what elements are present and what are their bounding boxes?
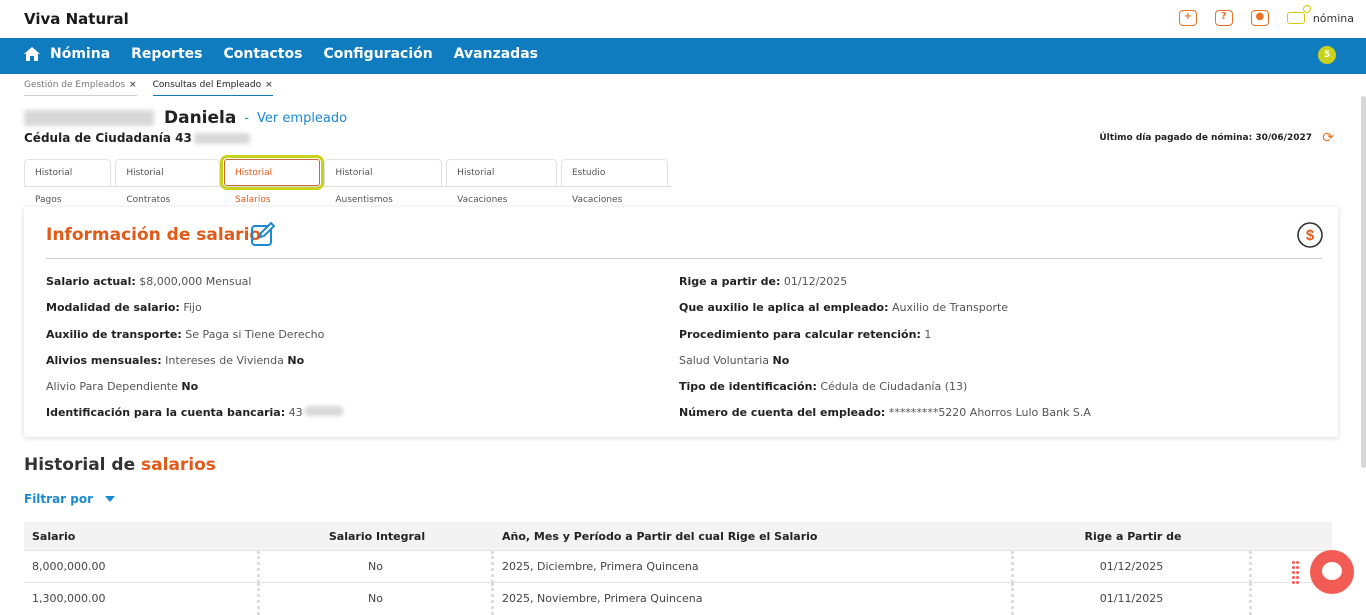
nav-nomina[interactable]: Nómina xyxy=(50,46,110,62)
cell-rige-a-partir: 01/12/2025 xyxy=(1014,550,1252,583)
last-paid-date: Último día pagado de nómina: 30/06/2027 xyxy=(1099,133,1312,143)
field-salario-actual: Salario actual: $8,000,000 Mensual xyxy=(46,275,252,288)
ver-empleado-link[interactable]: Ver empleado xyxy=(257,111,347,126)
col-salario[interactable]: Salario xyxy=(24,530,260,543)
field-rige-a-partir: Rige a partir de: 01/12/2025 xyxy=(679,275,848,288)
field-modalidad: Modalidad de salario: Fijo xyxy=(46,301,202,314)
crumb-consultas-empleado[interactable]: Consultas del Empleado × xyxy=(152,80,273,96)
scrollbar[interactable] xyxy=(1361,96,1366,468)
dollar-icon: $ xyxy=(1297,222,1323,248)
cell-rige-a-partir: 01/11/2025 xyxy=(1014,582,1252,615)
tab-historial-contratos[interactable]: Historial Contratos xyxy=(115,159,220,205)
caret-down-icon xyxy=(105,496,116,502)
nomina-logo: nómina xyxy=(1286,5,1354,25)
notification-badge[interactable]: 5 xyxy=(1318,46,1336,64)
field-salud-voluntaria: Salud Voluntaria No xyxy=(679,354,790,367)
history-title: Historial de salarios xyxy=(24,455,216,475)
tab-historial-vacaciones[interactable]: Historial Vacaciones xyxy=(446,159,557,205)
filter-dropdown[interactable]: Filtrar por xyxy=(24,492,116,506)
crumb-gestion-empleados[interactable]: Gestión de Empleados × xyxy=(24,80,137,96)
nav-avanzadas[interactable]: Avanzadas xyxy=(454,46,538,62)
name-separator: - xyxy=(244,110,250,126)
cell-periodo: 2025, Noviembre, Primera Quincena xyxy=(494,582,1014,615)
tab-historial-pagos[interactable]: Historial Pagos xyxy=(24,159,112,205)
col-salario-integral[interactable]: Salario Integral xyxy=(260,530,494,543)
breadcrumb-tabs: Gestión de Empleados × Consultas del Empl… xyxy=(24,80,289,96)
field-procedimiento-retencion: Procedimiento para calcular retención: 1 xyxy=(679,328,932,341)
history-tabs: Historial Pagos Historial Contratos Hist… xyxy=(24,155,672,205)
col-rige-a-partir[interactable]: Rige a Partir de xyxy=(1014,530,1252,543)
cell-periodo: 2025, Diciembre, Primera Quincena xyxy=(494,550,1014,583)
home-icon[interactable] xyxy=(24,47,40,61)
nav-contactos[interactable]: Contactos xyxy=(223,46,302,62)
main-nav: Nómina Reportes Contactos Configuración … xyxy=(0,38,1366,74)
employee-name: Daniela - Ver empleado xyxy=(24,108,347,128)
history-title-accent: salarios xyxy=(141,455,216,475)
salary-history-table: Salario Salario Integral Año, Mes y Perí… xyxy=(24,522,1332,615)
col-periodo[interactable]: Año, Mes y Período a Partir del cual Rig… xyxy=(494,530,1014,543)
field-alivios-mensuales: Alivios mensuales: Intereses de Vivienda… xyxy=(46,354,305,367)
cell-salario: 8,000,000.00 xyxy=(24,550,260,583)
history-title-plain: Historial de xyxy=(24,455,136,475)
field-numero-cuenta: Número de cuenta del empleado: *********… xyxy=(679,406,1091,419)
nav-reportes[interactable]: Reportes xyxy=(131,46,202,62)
nomina-logo-label: nómina xyxy=(1312,11,1354,25)
redacted-bank-id xyxy=(304,406,343,416)
table-row[interactable]: 8,000,000.00 No 2025, Diciembre, Primera… xyxy=(24,550,1332,583)
tab-historial-salarios[interactable]: Historial Salarios xyxy=(219,155,325,205)
plus-icon[interactable]: + xyxy=(1178,10,1197,26)
employee-id-label: Cédula de Ciudadanía 43 xyxy=(24,131,192,145)
field-tipo-identificacion: Tipo de identificación: Cédula de Ciudad… xyxy=(679,380,968,393)
salary-info-card: Información de salario $ Salario actual:… xyxy=(24,207,1338,437)
refresh-icon[interactable]: ⟳ xyxy=(1322,130,1334,146)
svg-text:$: $ xyxy=(1306,227,1315,244)
employee-id: Cédula de Ciudadanía 43 xyxy=(24,131,250,145)
top-bar: Viva Natural + ? ● nómina xyxy=(0,0,1366,38)
crumb-label: Gestión de Empleados xyxy=(24,80,126,90)
divider xyxy=(46,258,1322,259)
filter-label: Filtrar por xyxy=(24,492,94,506)
field-auxilio-aplica: Que auxilio le aplica al empleado: Auxil… xyxy=(679,301,1009,314)
employee-first-name: Daniela xyxy=(164,108,237,128)
nav-configuracion[interactable]: Configuración xyxy=(323,46,432,62)
field-alivio-dependiente: Alivio Para Dependiente No xyxy=(46,380,199,393)
chat-button[interactable] xyxy=(1310,550,1354,594)
help-icon[interactable]: ? xyxy=(1214,10,1233,26)
salary-info-title: Información de salario xyxy=(46,225,262,245)
tab-historial-ausentismos[interactable]: Historial Ausentismos xyxy=(324,159,443,205)
drag-handle-icon[interactable] xyxy=(1292,561,1302,585)
cell-salario: 1,300,000.00 xyxy=(24,582,260,615)
redacted-surname xyxy=(24,110,154,126)
cell-salario-integral: No xyxy=(260,582,494,615)
top-icons: + ? ● nómina xyxy=(1178,5,1366,26)
redacted-id xyxy=(193,132,250,144)
table-row[interactable]: 1,300,000.00 No 2025, Noviembre, Primera… xyxy=(24,582,1332,615)
tab-estudio-vacaciones[interactable]: Estudio Vacaciones xyxy=(561,159,668,205)
close-icon[interactable]: × xyxy=(129,80,137,90)
field-auxilio-transporte: Auxilio de transporte: Se Paga si Tiene … xyxy=(46,328,325,341)
brand-title: Viva Natural xyxy=(24,10,129,28)
cell-salario-integral: No xyxy=(260,550,494,583)
user-icon[interactable]: ● xyxy=(1250,10,1269,26)
field-identificacion-cuenta: Identificación para la cuenta bancaria: … xyxy=(46,406,343,419)
nomina-logo-icon xyxy=(1286,5,1311,24)
edit-icon[interactable] xyxy=(250,221,276,247)
crumb-label: Consultas del Empleado xyxy=(152,80,262,90)
table-header: Salario Salario Integral Año, Mes y Perí… xyxy=(24,522,1332,550)
chat-icon xyxy=(1322,562,1342,580)
close-icon[interactable]: × xyxy=(265,80,273,90)
